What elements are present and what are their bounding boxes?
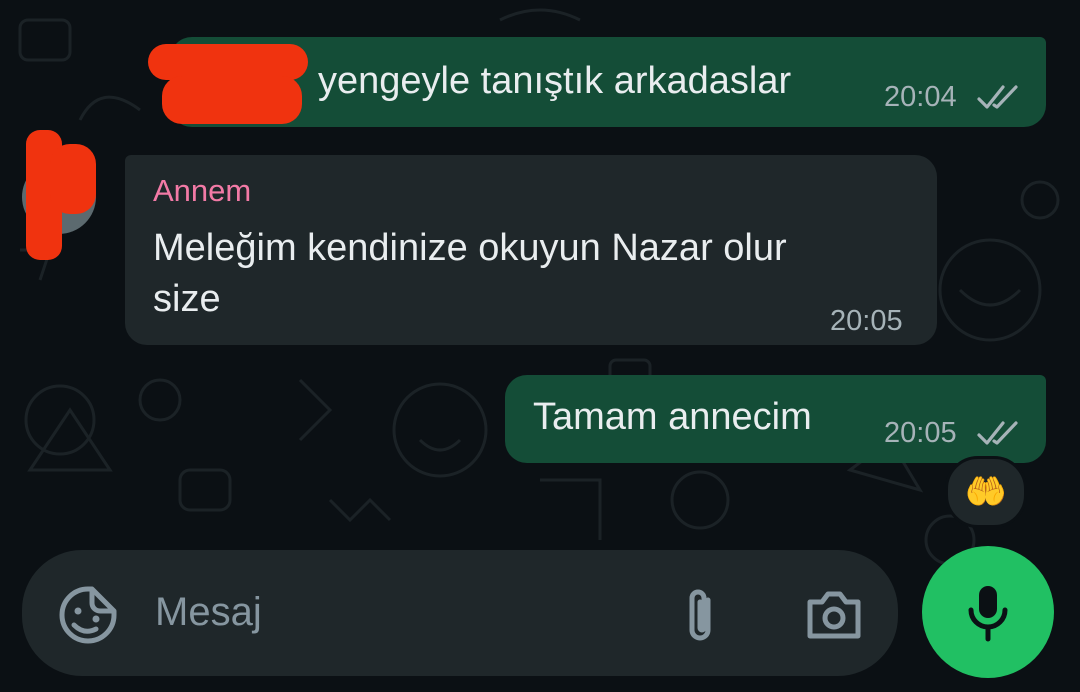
message-text-line: Meleğim kendinize okuyun Nazar olur — [153, 227, 787, 269]
attach-icon[interactable] — [682, 586, 718, 646]
message-bubble-outgoing[interactable]: Tamam annecim 20:05 — [505, 375, 1046, 463]
reaction-emoji: 🤲 — [964, 473, 1008, 511]
redacted-name-cover — [148, 44, 308, 80]
message-reaction[interactable]: 🤲 — [945, 456, 1027, 528]
message-input[interactable]: Mesaj — [155, 590, 262, 635]
sticker-icon[interactable] — [58, 585, 118, 645]
camera-icon[interactable] — [804, 590, 864, 640]
message-text-line: size — [153, 278, 221, 320]
message-text: yengeyle tanıştık arkadaslar — [318, 60, 792, 102]
message-time: 20:05 — [884, 417, 957, 449]
redacted-avatar-cover — [50, 144, 96, 214]
message-composer[interactable]: Mesaj — [22, 550, 898, 676]
sender-name[interactable]: Annem — [153, 173, 251, 209]
mic-icon — [968, 586, 1008, 642]
message-time: 20:05 — [830, 305, 903, 337]
message-time: 20:04 — [884, 81, 957, 113]
voice-message-button[interactable] — [922, 546, 1054, 678]
message-text: Tamam annecim — [533, 396, 812, 438]
double-check-icon — [977, 421, 1018, 445]
redacted-name-cover — [162, 76, 302, 124]
message-bubble-incoming[interactable]: Annem Meleğim kendinize okuyun Nazar olu… — [125, 155, 937, 345]
double-check-icon — [977, 85, 1018, 109]
